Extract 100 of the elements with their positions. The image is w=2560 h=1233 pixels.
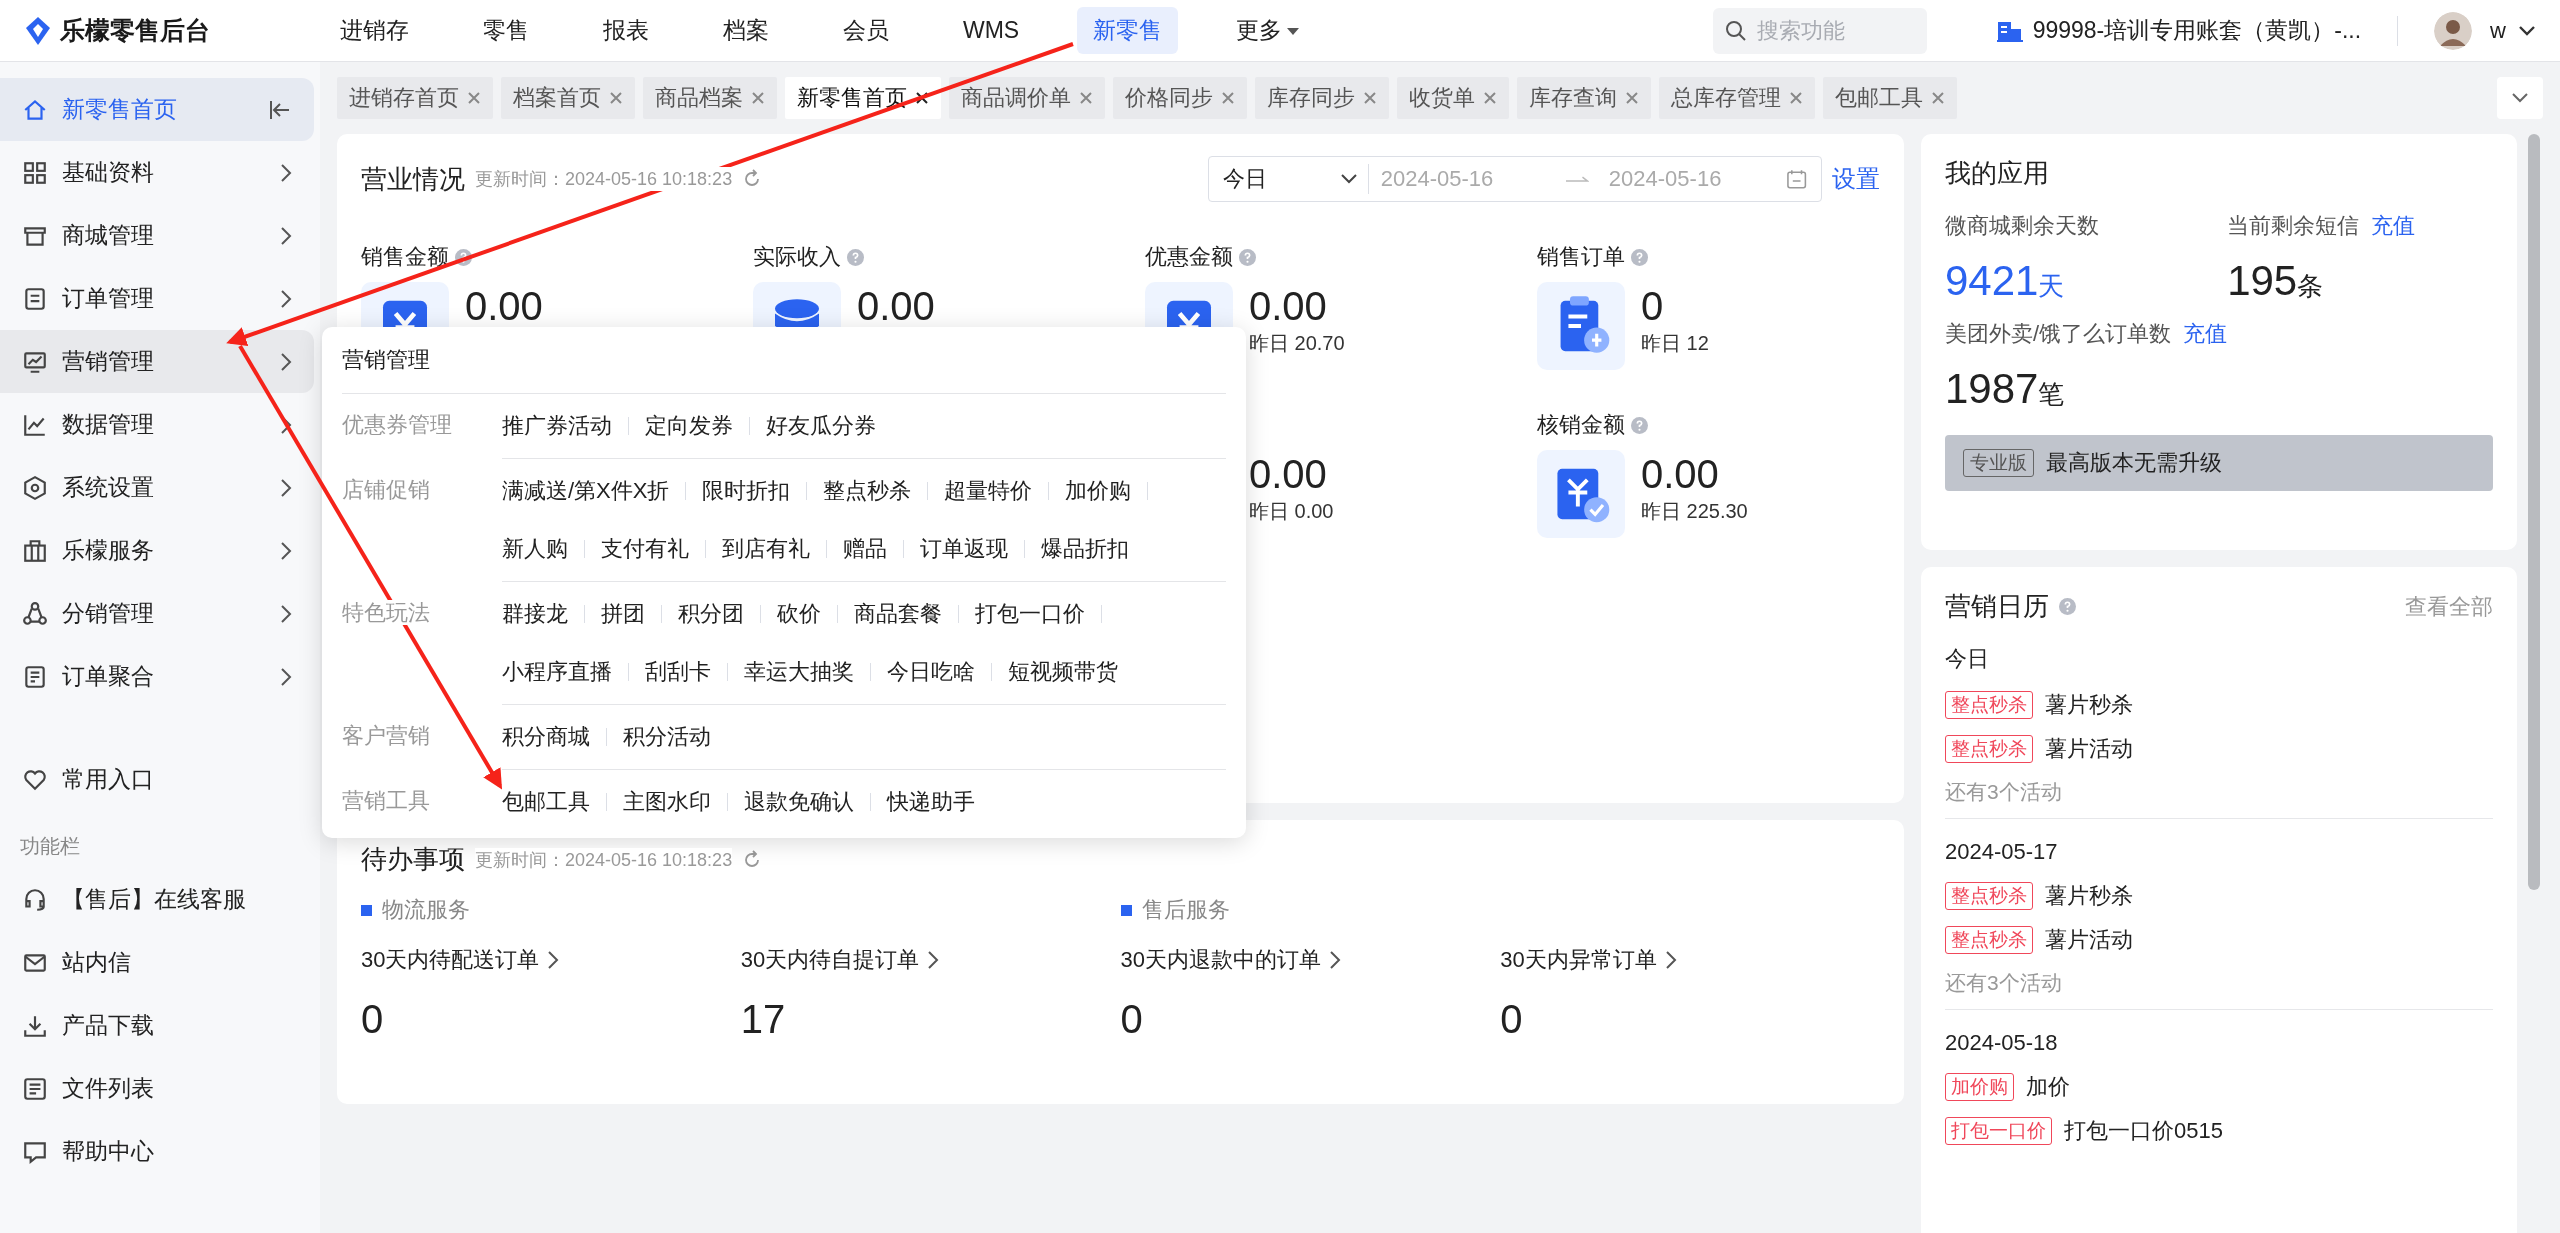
- page-tab[interactable]: 库存查询: [1517, 77, 1651, 119]
- nav-tab[interactable]: 新零售: [1077, 7, 1179, 54]
- todo-link[interactable]: 30天内退款中的订单: [1120, 945, 1501, 975]
- account-name[interactable]: 99998-培训专用账套（黄凯）-...: [2032, 15, 2362, 46]
- event-name[interactable]: 薯片秒杀: [2045, 690, 2133, 720]
- stat-label: 美团外卖/饿了么订单数: [1945, 320, 2172, 348]
- sidebar-item[interactable]: 基础资料: [0, 141, 314, 204]
- menu-link[interactable]: 到店有礼: [722, 534, 810, 564]
- recharge-link[interactable]: 充值: [2371, 211, 2416, 241]
- sidebar-item[interactable]: 站内信: [0, 931, 314, 994]
- menu-link[interactable]: 订单返现: [920, 534, 1008, 564]
- menu-link[interactable]: 新人购: [502, 534, 568, 564]
- sidebar-item[interactable]: 数据管理: [0, 393, 314, 456]
- menu-link[interactable]: 整点秒杀: [823, 476, 912, 506]
- stat-label: 当前剩余短信: [2227, 212, 2360, 240]
- page-tab[interactable]: 商品档案: [643, 77, 777, 119]
- menu-link[interactable]: 退款免确认: [744, 787, 854, 817]
- edition-badge: 专业版: [1963, 449, 2034, 477]
- page-tab[interactable]: 进销存首页: [337, 77, 493, 119]
- stat-value: 195条: [2227, 257, 2325, 305]
- menu-link[interactable]: 快递助手: [887, 787, 975, 817]
- sidebar-item[interactable]: 新零售首页: [0, 78, 314, 141]
- sidebar-item[interactable]: 订单管理: [0, 267, 314, 330]
- menu-link[interactable]: 今日吃啥: [887, 657, 975, 687]
- sidebar-item[interactable]: 【售后】在线客服: [0, 868, 314, 931]
- menu-link[interactable]: 好友瓜分券: [766, 411, 876, 441]
- menu-link[interactable]: 加价购: [1065, 476, 1132, 506]
- nav-tab[interactable]: 报表: [587, 7, 665, 54]
- metric-yesterday: 昨日 0.00: [1249, 499, 1334, 524]
- todo-count: 0: [361, 997, 385, 1042]
- event-name[interactable]: 薯片秒杀: [2045, 881, 2133, 911]
- menu-link[interactable]: 打包一口价: [975, 599, 1085, 629]
- menu-title: 营销管理: [342, 337, 1226, 394]
- todo-link[interactable]: 30天内异常订单: [1500, 945, 1880, 975]
- menu-link[interactable]: 推广券活动: [502, 411, 612, 441]
- page-tab[interactable]: 档案首页: [501, 77, 635, 119]
- event-name[interactable]: 薯片活动: [2045, 925, 2133, 955]
- sidebar-item[interactable]: 系统设置: [0, 456, 314, 519]
- event-name[interactable]: 打包一口价0515: [2064, 1116, 2223, 1146]
- sidebar-item[interactable]: 帮助中心: [0, 1120, 314, 1183]
- page-tab[interactable]: 库存同步: [1255, 77, 1389, 119]
- page-tab[interactable]: 价格同步: [1113, 77, 1247, 119]
- menu-link[interactable]: 赠品: [843, 534, 887, 564]
- sidebar-item[interactable]: 商城管理: [0, 204, 314, 267]
- menu-link[interactable]: 拼团: [601, 599, 645, 629]
- calendar-date: 今日: [1945, 645, 1990, 673]
- menu-link[interactable]: 爆品折扣: [1041, 534, 1129, 564]
- nav-tab[interactable]: 会员: [827, 7, 905, 54]
- event-name[interactable]: 加价: [2026, 1072, 2070, 1102]
- metric-label: 销售金额: [361, 243, 449, 271]
- sidebar-item[interactable]: 常用入口: [0, 748, 314, 811]
- menu-link[interactable]: 限时折扣: [702, 476, 791, 506]
- page-tab[interactable]: 收货单: [1397, 77, 1509, 119]
- nav-tab[interactable]: 进销存: [324, 7, 425, 54]
- menu-link[interactable]: 商品套餐: [854, 599, 942, 629]
- period-select[interactable]: 今日: [1223, 164, 1267, 194]
- menu-link[interactable]: 支付有礼: [601, 534, 689, 564]
- date-range-picker[interactable]: 今日 2024-05-16 2024-05-16: [1208, 156, 1822, 202]
- menu-link[interactable]: 幸运大抽奖: [744, 657, 854, 687]
- nav-tab[interactable]: 更多: [1220, 7, 1317, 54]
- sidebar-item[interactable]: 营销管理: [0, 330, 314, 393]
- menu-link[interactable]: 满减送/第X件X折: [502, 476, 670, 506]
- menu-link[interactable]: 主图水印: [623, 787, 711, 817]
- menu-group-label: 营销工具: [342, 788, 430, 813]
- edition-text: 最高版本无需升级: [2046, 449, 2222, 477]
- menu-link[interactable]: 群接龙: [502, 599, 568, 629]
- page-tab[interactable]: 商品调价单: [949, 77, 1105, 119]
- event-name[interactable]: 薯片活动: [2045, 734, 2133, 764]
- menu-link[interactable]: 包邮工具: [502, 787, 590, 817]
- menu-link[interactable]: 积分活动: [623, 722, 711, 752]
- metric-yesterday: 昨日 225.30: [1641, 499, 1748, 524]
- menu-link[interactable]: 砍价: [777, 599, 821, 629]
- todo-link[interactable]: 30天内待自提订单: [740, 945, 1121, 975]
- menu-link[interactable]: 积分团: [678, 599, 744, 629]
- menu-link[interactable]: 积分商城: [502, 722, 590, 752]
- sidebar-item[interactable]: 文件列表: [0, 1057, 314, 1120]
- menu-link[interactable]: 超量特价: [944, 476, 1033, 506]
- nav-tab[interactable]: 档案: [707, 7, 785, 54]
- search-field[interactable]: 搜索功能: [1712, 7, 1927, 54]
- menu-group-label: 特色玩法: [342, 600, 430, 625]
- page-tab[interactable]: 总库存管理: [1659, 77, 1815, 119]
- menu-group-label: 客户营销: [342, 723, 430, 748]
- todo-link[interactable]: 30天内待配送订单: [361, 945, 741, 975]
- card-title: 待办事项: [361, 843, 465, 876]
- menu-link[interactable]: 小程序直播: [502, 657, 612, 687]
- user-name[interactable]: w: [2490, 17, 2506, 44]
- menu-link[interactable]: 短视频带货: [1008, 657, 1118, 687]
- event-tag: 整点秒杀: [1945, 926, 2033, 954]
- stat-value: 1987笔: [1945, 365, 2066, 413]
- sidebar-item[interactable]: 订单聚合: [0, 645, 314, 708]
- menu-link[interactable]: 定向发券: [645, 411, 733, 441]
- recharge-link[interactable]: 充值: [2183, 319, 2228, 349]
- nav-tab[interactable]: WMS: [947, 7, 1036, 54]
- sidebar-item[interactable]: 产品下载: [0, 994, 314, 1057]
- sidebar-item[interactable]: 分销管理: [0, 582, 314, 645]
- sidebar-item[interactable]: 乐檬服务: [0, 519, 314, 582]
- page-tab[interactable]: 包邮工具: [1823, 77, 1957, 119]
- nav-tab[interactable]: 零售: [467, 7, 545, 54]
- menu-link[interactable]: 刮刮卡: [645, 657, 711, 687]
- settings-link[interactable]: 设置: [1832, 163, 1880, 195]
